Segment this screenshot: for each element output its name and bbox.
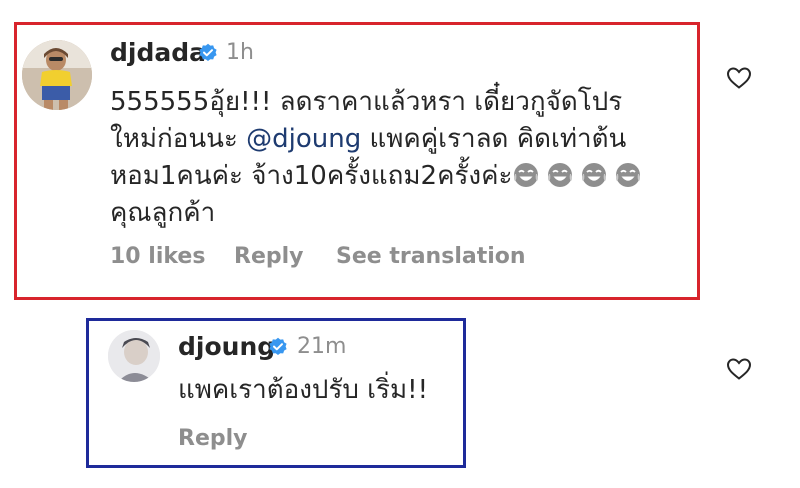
heart-icon[interactable] (726, 357, 752, 381)
reply-button[interactable]: Reply (178, 424, 248, 454)
comment-text: 555555อุ้ย!!! ลดราคาแล้วหรา เดี๋ยวกูจัดโ… (110, 84, 700, 232)
comment-text-line: หอม1คนค่ะ จ้าง10ครั้งแถม2ครั้งค่ะ (110, 158, 700, 195)
see-translation-button[interactable]: See translation (336, 242, 526, 272)
comment-text-line: ใหม่ก่อนนะ @djoung แพคคู่เราลด คิดเท่าต้… (110, 124, 627, 154)
comment-username[interactable]: djdada (110, 38, 206, 68)
likes-count[interactable]: 10 likes (110, 242, 205, 272)
avatar[interactable] (108, 330, 160, 382)
comment-timestamp: 1h (226, 40, 254, 65)
heart-icon[interactable] (726, 66, 752, 90)
reply-text: แพคเราต้องปรับ เริ่ม!! (178, 375, 429, 405)
reply-timestamp: 21m (297, 334, 347, 359)
mention-link[interactable]: @djoung (246, 124, 361, 154)
face-with-tears-of-joy-icon (548, 163, 573, 187)
face-with-tears-of-joy-icon (514, 163, 539, 187)
comment-text-line: 555555อุ้ย!!! ลดราคาแล้วหรา เดี๋ยวกูจัดโ… (110, 87, 623, 117)
face-with-tears-of-joy-icon (582, 163, 607, 187)
reply-button[interactable]: Reply (234, 242, 304, 272)
face-with-tears-of-joy-icon (616, 163, 641, 187)
comment-text-line: คุณลูกค้า (110, 198, 216, 228)
reply-username[interactable]: djoung (178, 332, 275, 362)
verified-badge-icon (269, 337, 287, 355)
verified-badge-icon (199, 43, 217, 61)
avatar[interactable] (22, 40, 92, 110)
